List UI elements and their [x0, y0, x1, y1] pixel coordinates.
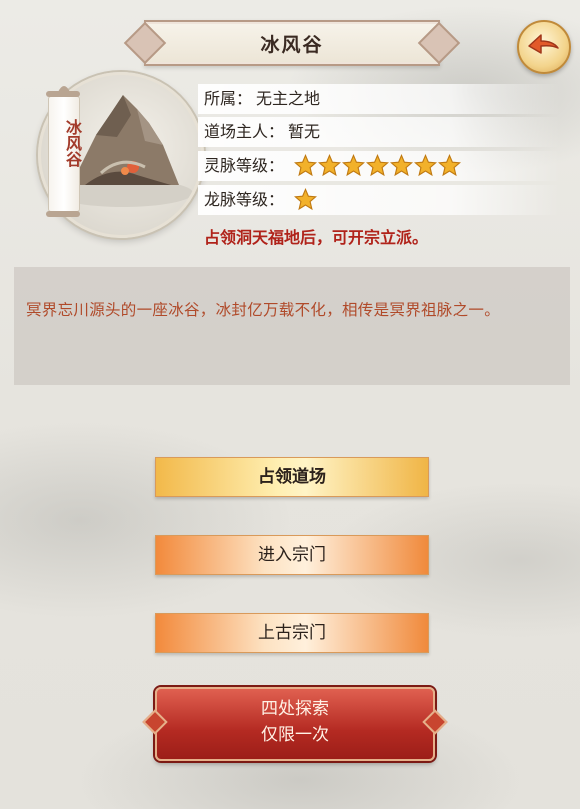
location-scroll-label: 冰风谷 — [46, 91, 82, 217]
info-row-master: 道场主人： 暂无 — [198, 117, 560, 147]
page-title: 冰风谷 — [260, 34, 324, 56]
star-icon — [294, 154, 317, 177]
explore-button[interactable]: 四处探索 仅限一次 — [155, 687, 435, 761]
star-icon — [414, 154, 437, 177]
info-row-spirit-vein: 灵脉等级： — [198, 151, 560, 181]
master-label: 道场主人： — [204, 122, 285, 141]
star-icon — [342, 154, 365, 177]
dragon-vein-stars — [294, 188, 317, 211]
description-panel: 冥界忘川源头的一座冰谷，冰封亿万载不化，相传是冥界祖脉之一。 — [14, 267, 570, 385]
explore-limit-label: 仅限一次 — [261, 725, 329, 745]
title-banner: 冰风谷 — [144, 20, 440, 66]
dragon-vein-label: 龙脉等级： — [204, 190, 285, 209]
owner-label: 所属： — [204, 89, 253, 108]
explore-button-label: 四处探索 — [261, 699, 329, 719]
master-value: 暂无 — [288, 122, 321, 141]
description-text: 冥界忘川源头的一座冰谷，冰封亿万载不化，相传是冥界祖脉之一。 — [26, 301, 501, 319]
info-row-dragon-vein: 龙脉等级： — [198, 185, 560, 215]
back-button[interactable] — [517, 20, 571, 74]
info-row-owner: 所属： 无主之地 — [198, 84, 560, 114]
star-icon — [390, 154, 413, 177]
star-icon — [294, 188, 317, 211]
spirit-vein-label: 灵脉等级： — [204, 156, 285, 175]
star-icon — [366, 154, 389, 177]
ancient-sect-button[interactable]: 上古宗门 — [155, 613, 429, 653]
occupy-notice: 占领洞天福地后，可开宗立派。 — [204, 228, 429, 247]
enter-sect-button[interactable]: 进入宗门 — [155, 535, 429, 575]
back-arrow-icon — [528, 34, 559, 54]
scroll-label-text: 冰风谷 — [63, 119, 82, 167]
star-icon — [318, 154, 341, 177]
owner-value: 无主之地 — [256, 89, 321, 108]
spirit-vein-stars — [294, 154, 461, 177]
occupy-dojo-button[interactable]: 占领道场 — [155, 457, 429, 497]
star-icon — [438, 154, 461, 177]
